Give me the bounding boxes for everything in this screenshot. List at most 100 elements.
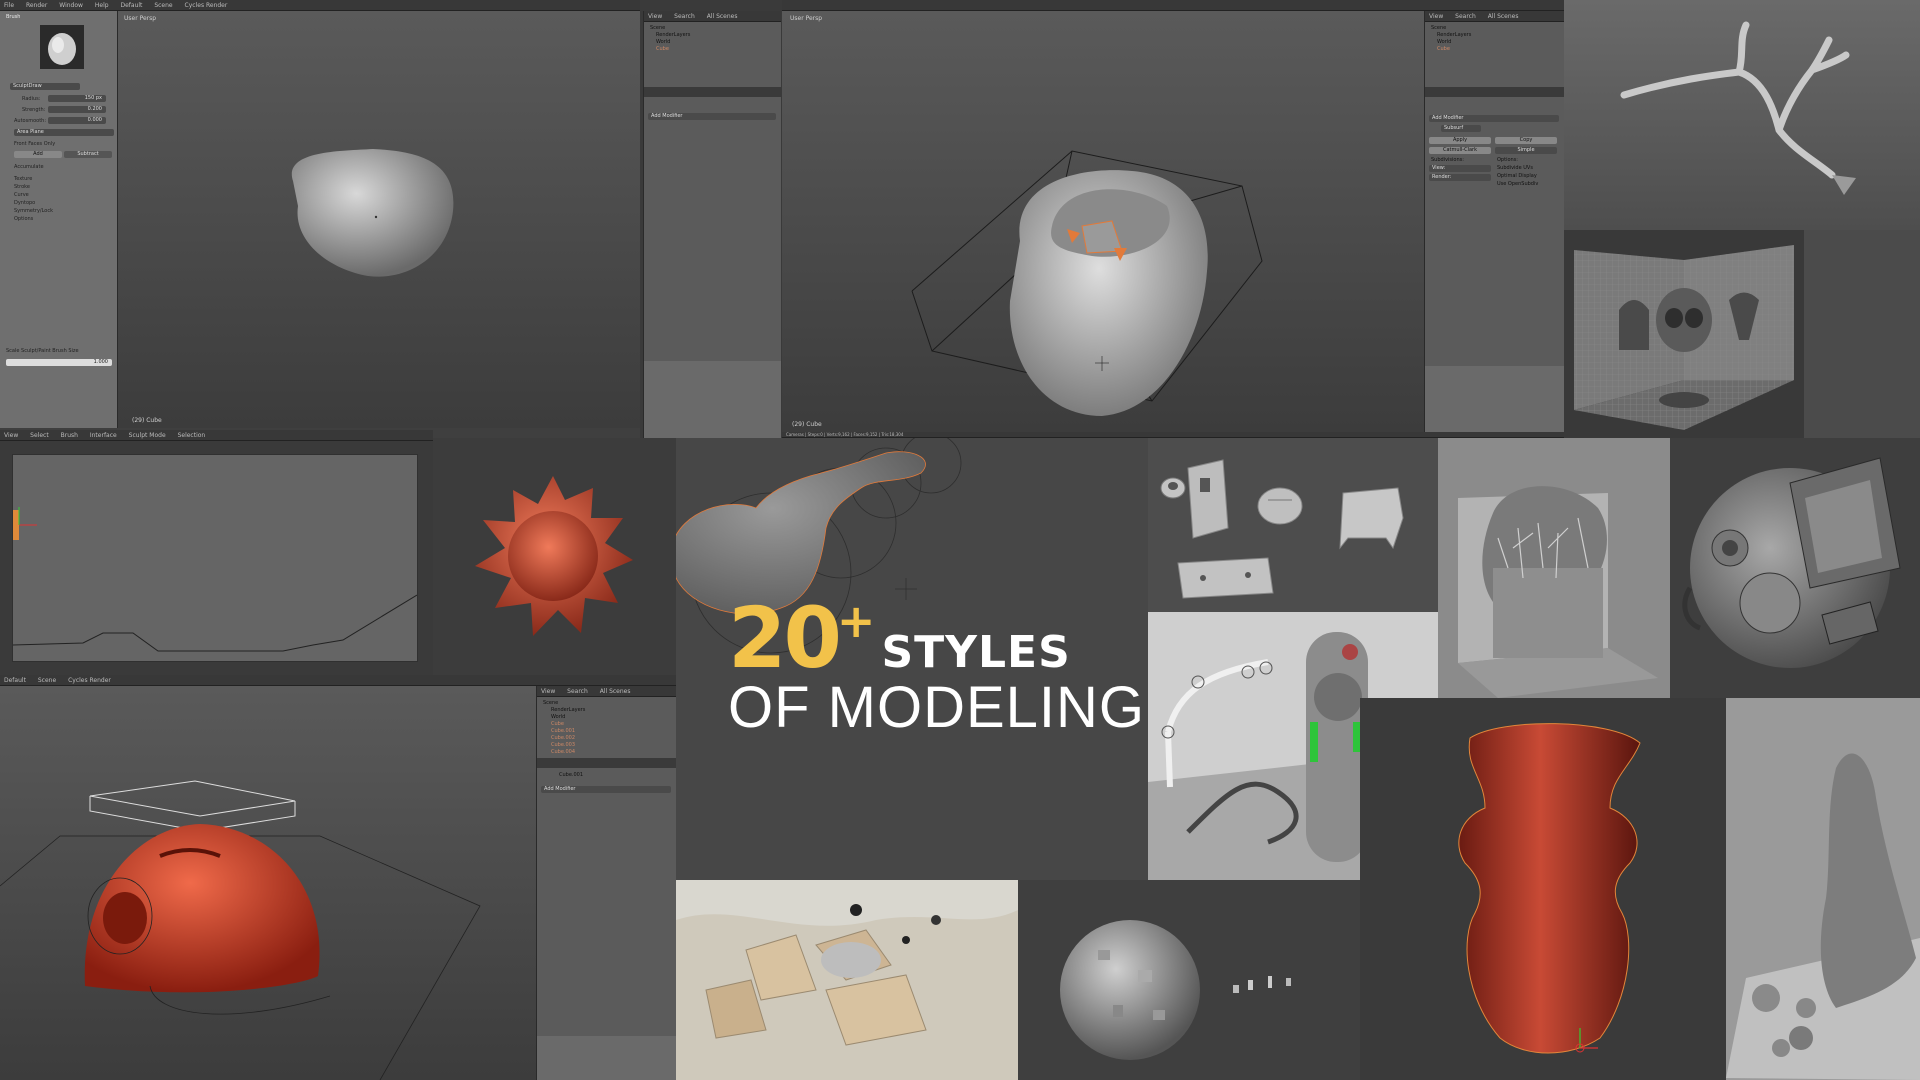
options-label: Options: xyxy=(1497,157,1518,163)
outliner3-tab-scenes[interactable]: All Scenes xyxy=(600,688,631,695)
curve-canvas[interactable] xyxy=(12,454,418,662)
uv-menu-view[interactable]: View xyxy=(4,432,18,439)
subsurf-name[interactable]: Subsurf xyxy=(1441,125,1481,132)
red-vase-model xyxy=(1458,723,1641,1054)
outliner2-item-scene[interactable]: Scene xyxy=(1431,25,1446,31)
brush-preview[interactable] xyxy=(40,25,84,69)
outliner3-item-cube001[interactable]: Cube.001 xyxy=(551,728,575,734)
red-helmet-model xyxy=(0,780,481,1080)
outliner3-item-cube[interactable]: Cube xyxy=(551,721,564,727)
top-menu-bar: File Render Window Help Default Scene Cy… xyxy=(0,0,640,11)
grid-room-model xyxy=(1574,245,1794,430)
layout-select[interactable]: Default xyxy=(120,2,142,9)
subtract-button[interactable]: Subtract xyxy=(64,151,112,158)
menu-help[interactable]: Help xyxy=(95,2,109,9)
renderer-select[interactable]: Cycles Render xyxy=(185,2,228,9)
subsurf-model xyxy=(911,150,1263,416)
outliner-tab-scenes[interactable]: All Scenes xyxy=(707,13,738,20)
layout-select-3[interactable]: Default xyxy=(4,677,26,684)
radius-field[interactable]: 150 px xyxy=(48,95,106,102)
headline-line1: 20+STYLES xyxy=(728,594,1148,680)
outliner2-tab-search[interactable]: Search xyxy=(1455,13,1476,20)
spiky-ball-model xyxy=(475,476,633,636)
outliner2-item-renderlayers[interactable]: RenderLayers xyxy=(1437,32,1471,38)
add-modifier-button[interactable]: Add Modifier xyxy=(648,113,776,120)
add-modifier-button-2[interactable]: Add Modifier xyxy=(1429,115,1559,122)
outliner3-item-cube003[interactable]: Cube.003 xyxy=(551,742,575,748)
outliner3-item-scene[interactable]: Scene xyxy=(543,700,558,706)
brush-header: Brush xyxy=(6,14,21,20)
uv-menu-brush[interactable]: Brush xyxy=(61,432,78,439)
section-options[interactable]: Options xyxy=(14,215,111,223)
section-stroke[interactable]: Stroke xyxy=(14,183,111,191)
section-dyntopo[interactable]: Dyntopo xyxy=(14,199,111,207)
outliner-item-scene[interactable]: Scene xyxy=(650,25,665,31)
outliner3-tab-search[interactable]: Search xyxy=(567,688,588,695)
area-plane-select[interactable]: Area Plane xyxy=(14,129,114,136)
add-modifier-button-3[interactable]: Add Modifier xyxy=(541,786,671,793)
autosmooth-field[interactable]: 0.000 xyxy=(48,117,106,124)
section-texture[interactable]: Texture xyxy=(14,175,111,183)
section-symmetry[interactable]: Symmetry/Lock xyxy=(14,207,111,215)
headline-line2: OF MODELING xyxy=(728,675,1146,740)
outliner3-item-world[interactable]: World xyxy=(551,714,565,720)
uv-selection[interactable]: Selection xyxy=(178,432,206,439)
render-field[interactable]: Render: xyxy=(1429,174,1491,181)
apply-button[interactable]: Apply xyxy=(1429,137,1491,144)
tile-helmet xyxy=(1670,438,1920,698)
copy-button[interactable]: Copy xyxy=(1495,137,1557,144)
viewport-sculpt[interactable]: User Persp (29) Cube xyxy=(118,11,640,428)
outliner3-item-cube004[interactable]: Cube.004 xyxy=(551,749,575,755)
outliner2-item-world[interactable]: World xyxy=(1437,39,1451,45)
scene-select[interactable]: Scene xyxy=(154,2,172,9)
accumulate-checkbox[interactable]: Accumulate xyxy=(14,163,111,171)
menu-window[interactable]: Window xyxy=(59,2,83,9)
catmull-button[interactable]: Catmull-Clark xyxy=(1429,147,1491,154)
outliner-item-world[interactable]: World xyxy=(656,39,670,45)
tile-hair-particles xyxy=(1438,438,1670,698)
viewport-red-helmet[interactable] xyxy=(0,686,536,1080)
outliner3-item-cube002[interactable]: Cube.002 xyxy=(551,735,575,741)
uv-menu-select[interactable]: Select xyxy=(30,432,49,439)
brush-preview-icon xyxy=(48,33,76,65)
opensubdiv-checkbox[interactable]: Use OpenSubdiv xyxy=(1497,181,1538,187)
tile-tree-branch xyxy=(1564,0,1920,230)
add-button[interactable]: Add xyxy=(14,151,62,158)
outliner-item-cube[interactable]: Cube xyxy=(656,46,669,52)
scale-field[interactable]: 1.000 xyxy=(6,359,112,366)
optimal-display-checkbox[interactable]: Optimal Display xyxy=(1497,173,1537,179)
subdivide-uvs-checkbox[interactable]: Subdivide UVs xyxy=(1497,165,1533,171)
properties-toolbar xyxy=(644,87,781,97)
falloff-curve xyxy=(13,507,417,652)
subdivisions-label: Subdivisions: xyxy=(1431,157,1464,163)
viewport-subsurf[interactable]: User Persp (29) Cube xyxy=(782,11,1424,432)
view-field[interactable]: View: xyxy=(1429,165,1491,172)
uv-mode-select[interactable]: Sculpt Mode xyxy=(129,432,166,439)
outliner2-tab-view[interactable]: View xyxy=(1429,13,1443,20)
rock-terrain-model xyxy=(676,904,1018,1080)
outliner-bottom-left: View Search All Scenes Scene RenderLayer… xyxy=(536,686,676,1080)
section-curve[interactable]: Curve xyxy=(14,191,111,199)
uv-menu-interface[interactable]: Interface xyxy=(90,432,117,439)
renderer-select-3[interactable]: Cycles Render xyxy=(68,677,111,684)
outliner-header-2: View Search All Scenes xyxy=(1425,11,1564,22)
tile-red-vase xyxy=(1360,698,1726,1080)
outliner-tab-view[interactable]: View xyxy=(648,13,662,20)
scene-select-3[interactable]: Scene xyxy=(38,677,56,684)
outliner-top-right: View Search All Scenes Scene RenderLayer… xyxy=(1424,11,1564,432)
brush-name-field[interactable]: SculptDraw xyxy=(10,83,80,90)
outliner2-item-cube[interactable]: Cube xyxy=(1437,46,1450,52)
front-faces-checkbox[interactable]: Front Faces Only xyxy=(14,140,111,148)
outliner2-tab-scenes[interactable]: All Scenes xyxy=(1488,13,1519,20)
tree-branch-model xyxy=(1620,21,1856,195)
outliner-tab-search[interactable]: Search xyxy=(674,13,695,20)
outliner-item-renderlayers[interactable]: RenderLayers xyxy=(656,32,690,38)
outliner3-tab-view[interactable]: View xyxy=(541,688,555,695)
outliner3-item-renderlayers[interactable]: RenderLayers xyxy=(551,707,585,713)
menu-file[interactable]: File xyxy=(4,2,14,9)
menu-render[interactable]: Render xyxy=(26,2,47,9)
simple-button[interactable]: Simple xyxy=(1495,147,1557,154)
hard-surface-parts-model xyxy=(1160,459,1404,599)
tile-spiky-red xyxy=(433,438,676,675)
strength-field[interactable]: 0.200 xyxy=(48,106,106,113)
